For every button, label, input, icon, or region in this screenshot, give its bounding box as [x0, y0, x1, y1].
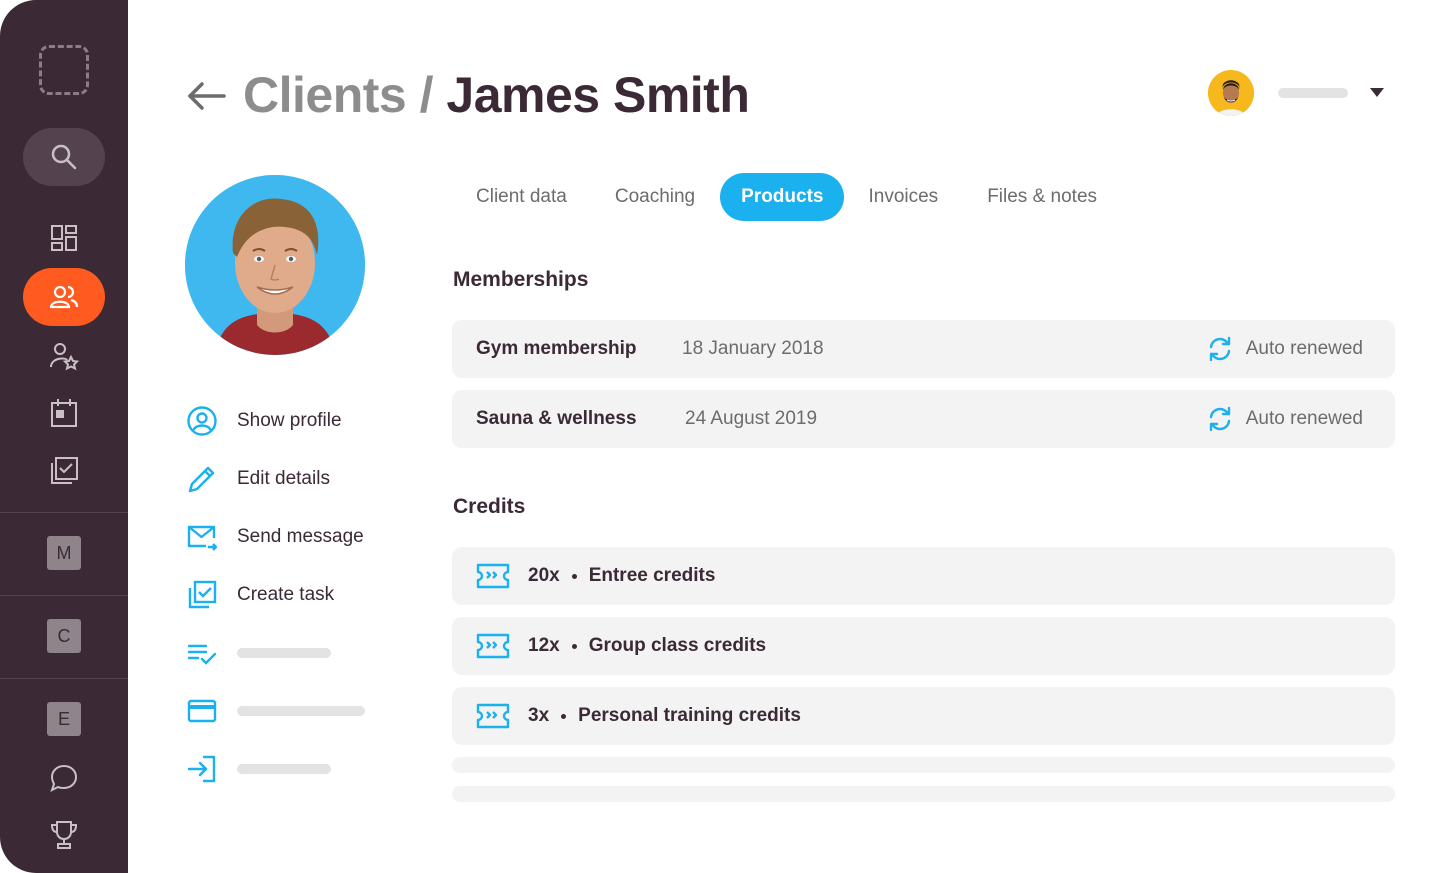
credit-count: 12x [528, 635, 560, 656]
auto-renew-icon [1209, 406, 1230, 432]
user-circle-icon [187, 406, 217, 436]
task-check-icon [188, 580, 217, 609]
client-photo [185, 175, 365, 355]
placeholder-row [452, 786, 1395, 802]
search-icon [51, 144, 77, 170]
ticket-icon [476, 703, 510, 729]
sidebar-item-favorites[interactable] [0, 336, 128, 376]
sidebar-item-c[interactable]: C [0, 619, 128, 653]
dashboard-icon [51, 225, 77, 251]
calendar-icon [51, 399, 77, 427]
credit-count: 3x [528, 705, 550, 726]
action-placeholder [237, 648, 331, 658]
user-name-placeholder [1278, 88, 1348, 98]
user-star-icon [50, 343, 79, 371]
credit-name: Entree credits [588, 565, 716, 586]
show-profile-button[interactable]: Show profile [185, 392, 405, 450]
membership-row[interactable]: Gym membership 18 January 2018 Auto rene… [452, 320, 1395, 378]
credit-text: 12x Group class credits [528, 635, 766, 657]
create-task-button[interactable]: Create task [185, 566, 405, 624]
credit-name: Personal training credits [578, 705, 801, 726]
membership-date: 24 August 2019 [685, 408, 818, 429]
auto-renew-icon [1209, 336, 1230, 362]
edit-details-button[interactable]: Edit details [185, 450, 405, 508]
client-name: James Smith [446, 67, 750, 123]
sidebar-item-calendar[interactable] [0, 393, 128, 433]
sidebar-item-clients[interactable] [0, 268, 128, 326]
letter-badge: M [47, 536, 81, 570]
tab-files-notes[interactable]: Files & notes [966, 173, 1118, 221]
tasks-icon [51, 457, 78, 484]
credit-row[interactable]: 20x Entree credits [452, 547, 1395, 605]
logo-placeholder-icon [39, 45, 89, 95]
sidebar-item-tasks[interactable] [0, 451, 128, 491]
checklist-action[interactable] [185, 624, 405, 682]
search-button[interactable] [0, 128, 128, 186]
credit-text: 20x Entree credits [528, 565, 715, 587]
tab-coaching[interactable]: Coaching [594, 173, 716, 221]
membership-row[interactable]: Sauna & wellness 24 August 2019 Auto ren… [452, 390, 1395, 448]
action-label: Create task [237, 584, 335, 605]
memberships-title: Memberships [453, 268, 589, 291]
ticket-icon [476, 633, 510, 659]
membership-status: Auto renewed [1206, 335, 1363, 363]
action-label: Show profile [237, 410, 342, 431]
sign-in-icon [187, 755, 216, 783]
payment-action[interactable] [185, 682, 405, 740]
placeholder-row [452, 757, 1395, 773]
client-tabs: Client data Coaching Products Invoices F… [455, 173, 1118, 221]
letter-badge: E [47, 702, 81, 736]
client-actions: Show profile Edit details Send message C… [185, 392, 405, 798]
ticket-icon [476, 563, 510, 589]
action-label: Send message [237, 526, 364, 547]
clients-icon [49, 285, 79, 309]
avatar[interactable] [1208, 70, 1254, 116]
breadcrumb[interactable]: Clients [243, 67, 407, 123]
credit-card-icon [187, 699, 217, 723]
membership-name: Sauna & wellness [476, 408, 637, 429]
sidebar-item-dashboard[interactable] [0, 218, 128, 258]
checklist-icon [187, 644, 217, 665]
membership-status: Auto renewed [1206, 405, 1363, 433]
pencil-icon [188, 466, 215, 493]
trophy-icon [50, 821, 78, 849]
credit-name: Group class credits [588, 635, 767, 656]
chat-icon [50, 764, 78, 792]
mail-send-icon [187, 525, 218, 551]
sidebar-item-e[interactable]: E [0, 702, 128, 736]
action-placeholder [237, 764, 331, 774]
logo[interactable] [0, 44, 128, 96]
letter-badge: C [47, 619, 81, 653]
membership-date: 18 January 2018 [682, 338, 824, 359]
check-in-action[interactable] [185, 740, 405, 798]
credits-title: Credits [453, 495, 526, 518]
chevron-down-icon[interactable] [1370, 88, 1384, 97]
page-title: Clients / James Smith [243, 66, 750, 124]
tab-products[interactable]: Products [720, 173, 845, 221]
action-label: Edit details [237, 468, 330, 489]
back-arrow-icon[interactable] [186, 78, 228, 114]
tab-client-data[interactable]: Client data [455, 173, 588, 221]
credit-row[interactable]: 12x Group class credits [452, 617, 1395, 675]
tab-invoices[interactable]: Invoices [847, 173, 959, 221]
breadcrumb-separator: / [406, 67, 447, 123]
sidebar: M C E [0, 0, 128, 873]
send-message-button[interactable]: Send message [185, 508, 405, 566]
user-menu[interactable] [1208, 70, 1398, 116]
credit-count: 20x [528, 565, 560, 586]
credit-text: 3x Personal training credits [528, 705, 801, 727]
credit-row[interactable]: 3x Personal training credits [452, 687, 1395, 745]
sidebar-item-chat[interactable] [0, 758, 128, 798]
sidebar-item-m[interactable]: M [0, 536, 128, 570]
sidebar-item-achievements[interactable] [0, 815, 128, 855]
action-placeholder [237, 706, 365, 716]
membership-name: Gym membership [476, 338, 637, 359]
